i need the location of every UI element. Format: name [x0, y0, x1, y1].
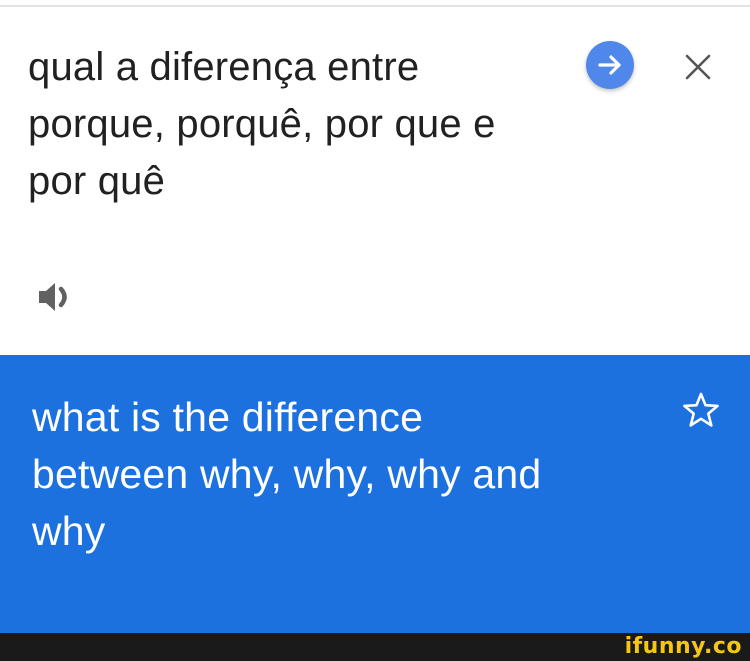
clear-button[interactable]: [678, 47, 718, 87]
result-panel: what is the difference between why, why,…: [0, 355, 750, 633]
translate-screen: qual a diferença entre porque, porquê, p…: [0, 0, 750, 661]
translation-text: what is the difference between why, why,…: [32, 394, 542, 554]
arrow-right-icon: [598, 55, 621, 75]
watermark-bar: ifunny.co: [0, 633, 750, 661]
close-icon: [685, 54, 711, 80]
source-text[interactable]: qual a diferença entre porque, porquê, p…: [28, 39, 558, 210]
translate-go-button[interactable]: [586, 41, 634, 89]
save-translation-button[interactable]: [681, 390, 721, 430]
star-outline-icon: [683, 392, 719, 427]
source-panel: qual a diferença entre porque, porquê, p…: [0, 7, 750, 355]
listen-source-button[interactable]: [34, 275, 78, 319]
ifunny-watermark: ifunny.co: [624, 634, 742, 659]
speaker-icon: [39, 283, 67, 311]
